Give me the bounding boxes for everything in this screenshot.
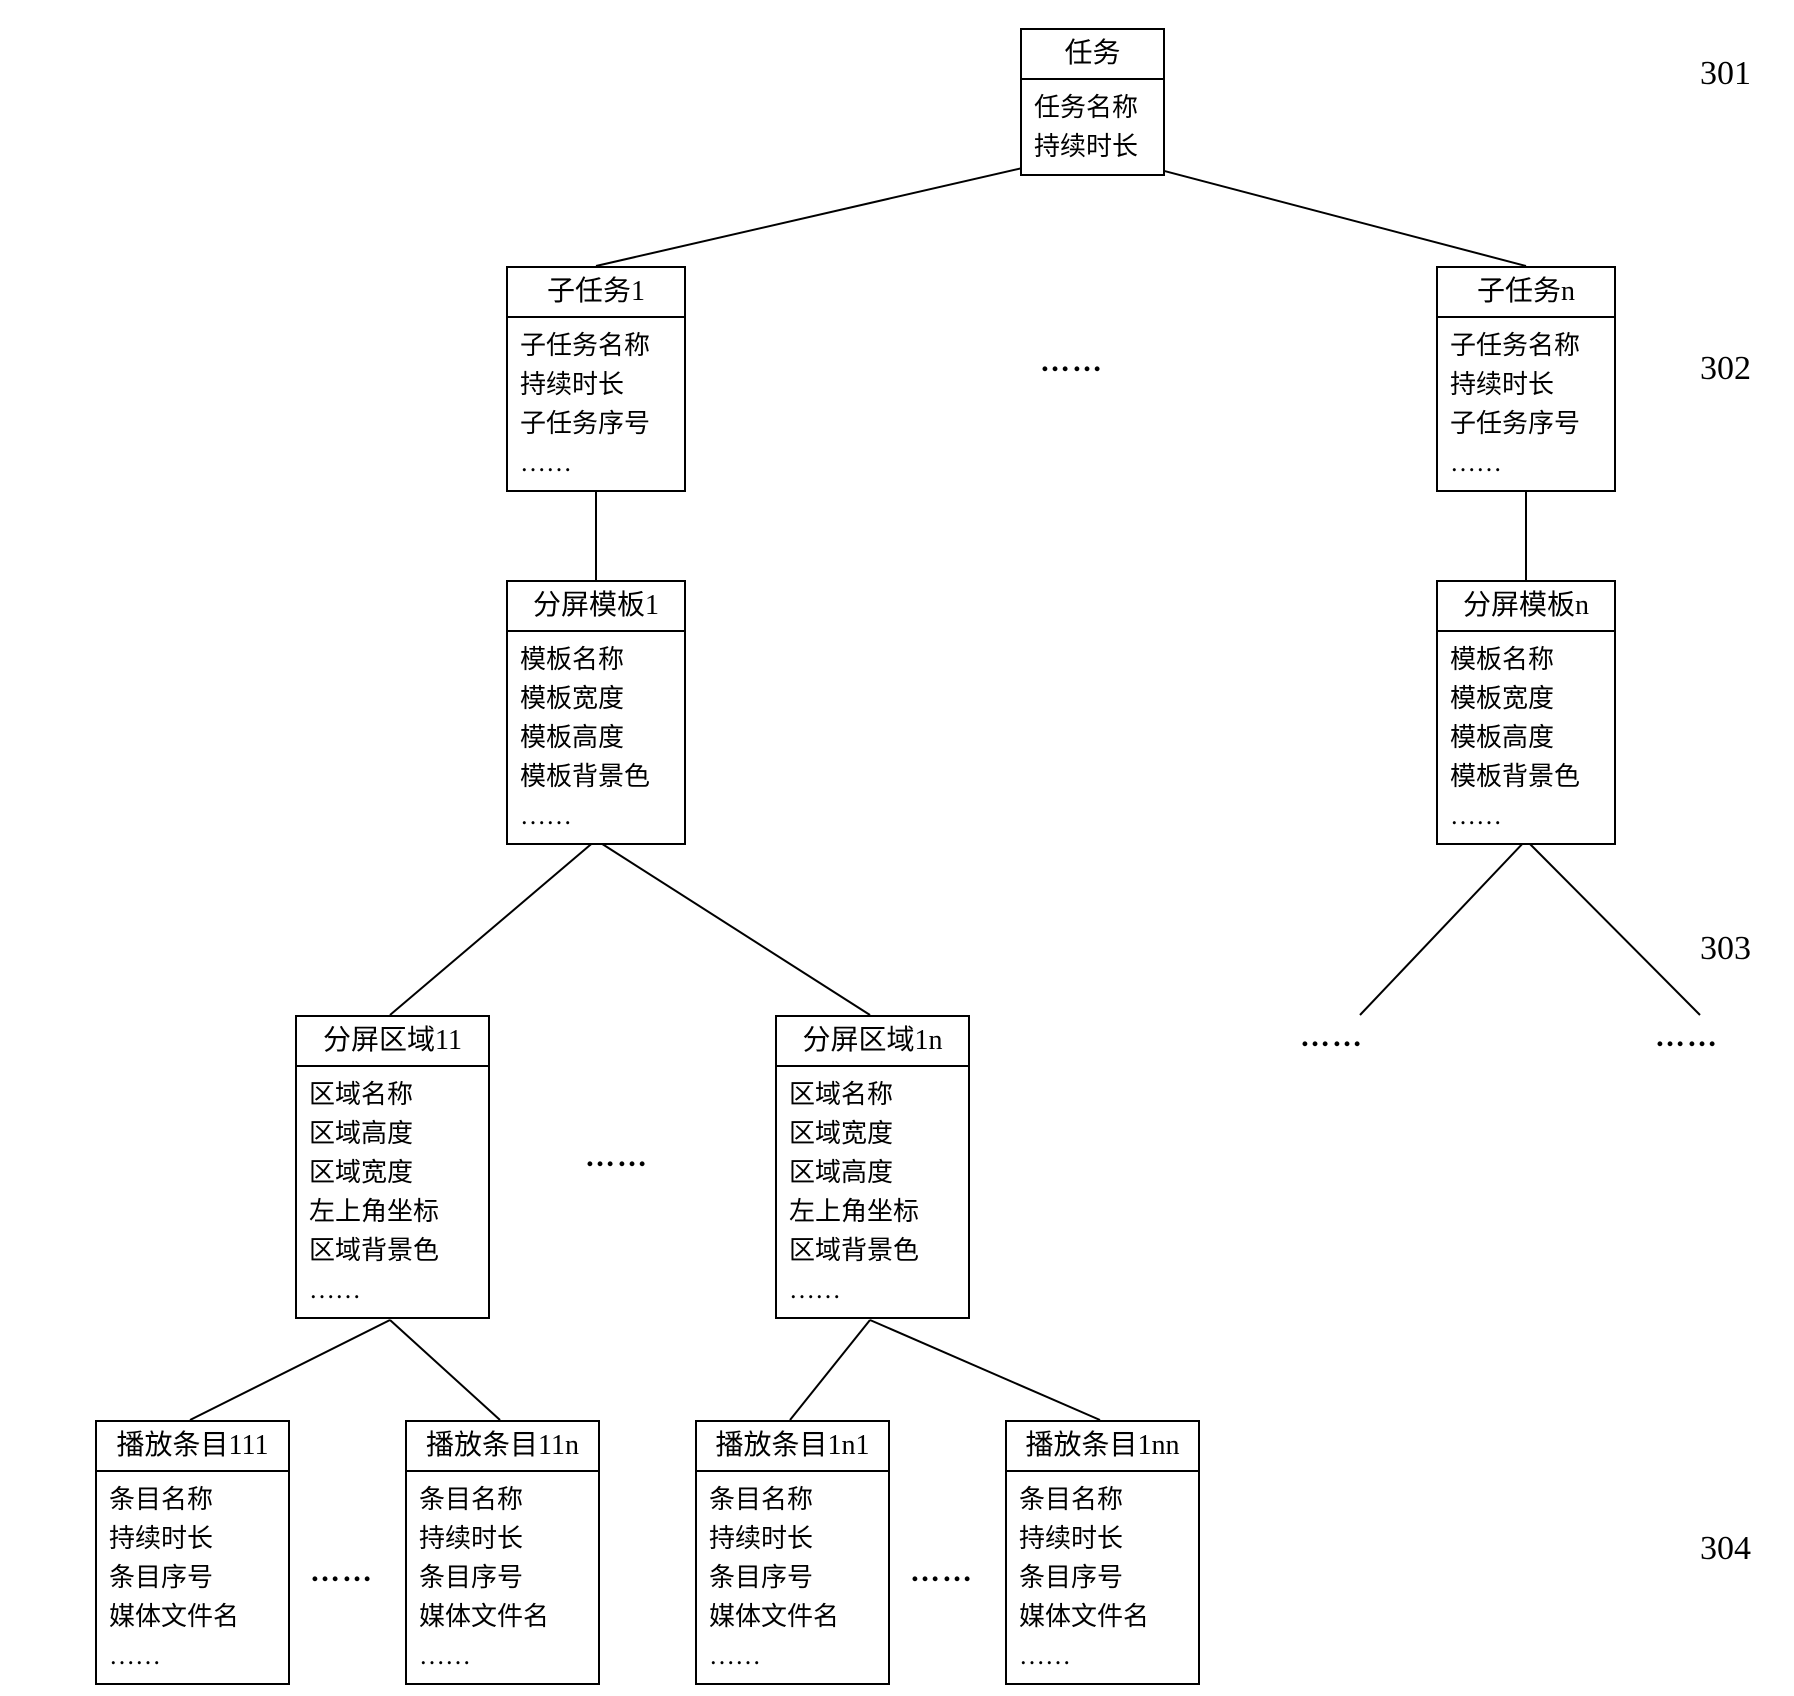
node-title: 播放条目1n1: [695, 1420, 890, 1472]
node-body: 条目名称 持续时长 条目序号 媒体文件名 ……: [405, 1472, 600, 1685]
row-label-303: 303: [1700, 930, 1751, 968]
node-body: 条目名称 持续时长 条目序号 媒体文件名 ……: [1005, 1472, 1200, 1685]
field: 媒体文件名: [709, 1597, 876, 1636]
field: 左上角坐标: [309, 1192, 476, 1231]
node-region-11: 分屏区域11 区域名称 区域高度 区域宽度 左上角坐标 区域背景色 ……: [295, 1015, 490, 1319]
field: ……: [789, 1270, 956, 1309]
field: 持续时长: [109, 1519, 276, 1558]
node-template-n: 分屏模板n 模板名称 模板宽度 模板高度 模板背景色 ……: [1436, 580, 1616, 845]
node-title: 分屏模板n: [1436, 580, 1616, 632]
field: 区域背景色: [309, 1231, 476, 1270]
field: ……: [309, 1270, 476, 1309]
field: 模板宽度: [1450, 679, 1602, 718]
node-item-1n1: 播放条目1n1 条目名称 持续时长 条目序号 媒体文件名 ……: [695, 1420, 890, 1685]
field: 条目序号: [709, 1558, 876, 1597]
field: 条目序号: [1019, 1558, 1186, 1597]
field: ……: [1019, 1636, 1186, 1675]
field: ……: [1450, 443, 1602, 482]
row-label-301: 301: [1700, 55, 1751, 93]
ellipsis: ……: [1300, 1020, 1364, 1054]
field: 持续时长: [520, 365, 672, 404]
field: 区域高度: [789, 1153, 956, 1192]
field: 左上角坐标: [789, 1192, 956, 1231]
node-item-1nn: 播放条目1nn 条目名称 持续时长 条目序号 媒体文件名 ……: [1005, 1420, 1200, 1685]
ellipsis: ……: [1655, 1020, 1719, 1054]
field: 子任务名称: [520, 326, 672, 365]
field: 子任务序号: [520, 404, 672, 443]
row-label-302: 302: [1700, 350, 1751, 388]
node-body: 区域名称 区域宽度 区域高度 左上角坐标 区域背景色 ……: [775, 1067, 970, 1319]
node-task: 任务 任务名称 持续时长: [1020, 28, 1165, 176]
node-subtask-1: 子任务1 子任务名称 持续时长 子任务序号 ……: [506, 266, 686, 492]
node-title: 分屏区域11: [295, 1015, 490, 1067]
field: 条目序号: [419, 1558, 586, 1597]
field: 模板名称: [520, 640, 672, 679]
ellipsis: ……: [910, 1555, 974, 1589]
field: 媒体文件名: [109, 1597, 276, 1636]
node-item-111: 播放条目111 条目名称 持续时长 条目序号 媒体文件名 ……: [95, 1420, 290, 1685]
field: ……: [109, 1636, 276, 1675]
field: 区域宽度: [789, 1114, 956, 1153]
node-body: 条目名称 持续时长 条目序号 媒体文件名 ……: [95, 1472, 290, 1685]
node-template-1: 分屏模板1 模板名称 模板宽度 模板高度 模板背景色 ……: [506, 580, 686, 845]
field: 区域高度: [309, 1114, 476, 1153]
field: ……: [419, 1636, 586, 1675]
field: 条目名称: [419, 1480, 586, 1519]
tree-diagram: 301 302 303 304 任务 任务名称 持续时长 子任务1 子任务名称 …: [0, 0, 1794, 1696]
field: ……: [1450, 796, 1602, 835]
node-title: 分屏区域1n: [775, 1015, 970, 1067]
node-body: 条目名称 持续时长 条目序号 媒体文件名 ……: [695, 1472, 890, 1685]
node-body: 模板名称 模板宽度 模板高度 模板背景色 ……: [506, 632, 686, 845]
field: 条目名称: [109, 1480, 276, 1519]
node-title: 子任务n: [1436, 266, 1616, 318]
ellipsis: ……: [310, 1555, 374, 1589]
field: 模板高度: [1450, 718, 1602, 757]
field: 条目序号: [109, 1558, 276, 1597]
row-label-304: 304: [1700, 1530, 1751, 1568]
node-body: 子任务名称 持续时长 子任务序号 ……: [1436, 318, 1616, 492]
field: 持续时长: [1019, 1519, 1186, 1558]
node-title: 播放条目11n: [405, 1420, 600, 1472]
field: 持续时长: [1034, 127, 1151, 166]
field: 区域名称: [789, 1075, 956, 1114]
node-title: 播放条目1nn: [1005, 1420, 1200, 1472]
field: 媒体文件名: [1019, 1597, 1186, 1636]
node-task-body: 任务名称 持续时长: [1020, 80, 1165, 176]
field: ……: [520, 796, 672, 835]
field: 任务名称: [1034, 88, 1151, 127]
field: 区域宽度: [309, 1153, 476, 1192]
field: 媒体文件名: [419, 1597, 586, 1636]
node-body: 区域名称 区域高度 区域宽度 左上角坐标 区域背景色 ……: [295, 1067, 490, 1319]
node-region-1n: 分屏区域1n 区域名称 区域宽度 区域高度 左上角坐标 区域背景色 ……: [775, 1015, 970, 1319]
field: 条目名称: [709, 1480, 876, 1519]
field: ……: [709, 1636, 876, 1675]
field: 区域背景色: [789, 1231, 956, 1270]
field: 区域名称: [309, 1075, 476, 1114]
field: 子任务名称: [1450, 326, 1602, 365]
ellipsis: ……: [1040, 345, 1104, 379]
node-item-11n: 播放条目11n 条目名称 持续时长 条目序号 媒体文件名 ……: [405, 1420, 600, 1685]
field: 持续时长: [1450, 365, 1602, 404]
field: 持续时长: [709, 1519, 876, 1558]
field: 模板宽度: [520, 679, 672, 718]
field: 条目名称: [1019, 1480, 1186, 1519]
field: 模板名称: [1450, 640, 1602, 679]
node-title: 子任务1: [506, 266, 686, 318]
field: 持续时长: [419, 1519, 586, 1558]
node-title: 播放条目111: [95, 1420, 290, 1472]
node-subtask-n: 子任务n 子任务名称 持续时长 子任务序号 ……: [1436, 266, 1616, 492]
node-body: 模板名称 模板宽度 模板高度 模板背景色 ……: [1436, 632, 1616, 845]
node-task-title: 任务: [1020, 28, 1165, 80]
field: 模板背景色: [520, 757, 672, 796]
field: ……: [520, 443, 672, 482]
field: 模板高度: [520, 718, 672, 757]
field: 模板背景色: [1450, 757, 1602, 796]
node-title: 分屏模板1: [506, 580, 686, 632]
field: 子任务序号: [1450, 404, 1602, 443]
node-body: 子任务名称 持续时长 子任务序号 ……: [506, 318, 686, 492]
ellipsis: ……: [585, 1140, 649, 1174]
